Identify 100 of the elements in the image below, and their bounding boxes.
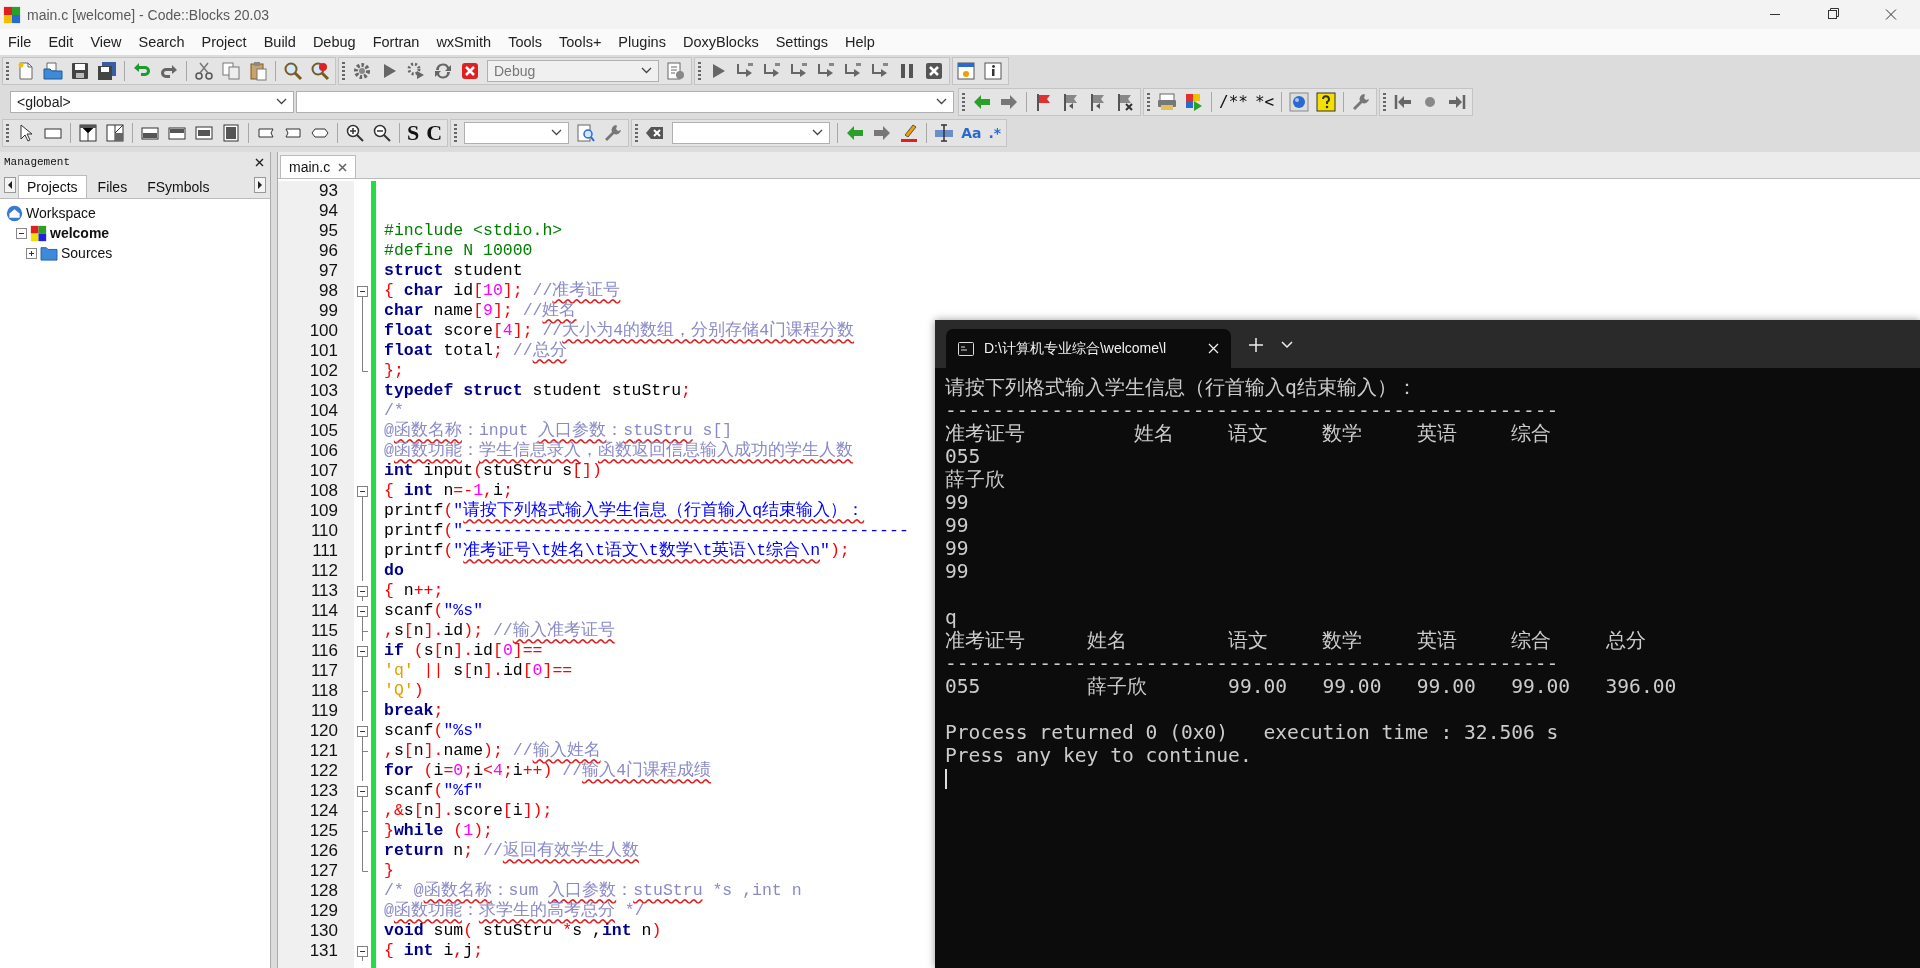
stop-icon[interactable] bbox=[460, 60, 480, 81]
workspace-icon bbox=[6, 204, 23, 222]
globe-icon[interactable] bbox=[1289, 91, 1310, 112]
menu-item[interactable]: Settings bbox=[767, 34, 838, 50]
console-text: 英语 bbox=[1416, 629, 1458, 652]
gear-icon[interactable] bbox=[352, 60, 372, 81]
window-icon[interactable] bbox=[956, 60, 976, 81]
scroll-left-icon[interactable] bbox=[4, 177, 16, 193]
menu-item[interactable]: Debug bbox=[304, 34, 365, 50]
toolbar-button[interactable]: C bbox=[426, 121, 443, 144]
collapse-icon[interactable] bbox=[16, 227, 27, 239]
menu-item[interactable]: Project bbox=[193, 34, 256, 50]
wrench-icon[interactable] bbox=[1351, 91, 1372, 112]
code-line: do bbox=[384, 561, 404, 580]
toolbar-grip[interactable] bbox=[698, 61, 701, 80]
menu-item[interactable]: DoxyBlocks bbox=[674, 34, 768, 50]
line-number: 126 bbox=[308, 841, 339, 861]
menu-item[interactable]: Fortran bbox=[364, 34, 429, 50]
stop-debug-icon[interactable] bbox=[924, 60, 944, 81]
menu-item[interactable]: Edit bbox=[40, 34, 83, 50]
caret-icon bbox=[812, 129, 824, 136]
line-number: 93 bbox=[318, 181, 339, 201]
line-number: 97 bbox=[318, 261, 339, 281]
chevron-down-icon[interactable] bbox=[1281, 341, 1293, 349]
scope-dropdown[interactable]: <global> bbox=[10, 90, 294, 113]
wrench-icon[interactable] bbox=[603, 122, 624, 143]
code-line: printf("请按下列格式输入学生信息（行首输入q结束输入）： bbox=[384, 501, 865, 520]
menu-item[interactable]: Search bbox=[130, 34, 194, 50]
terminal-tab[interactable]: D:\计算机专业综合\welcome\l bbox=[946, 329, 1231, 368]
menu-item[interactable]: File bbox=[0, 34, 41, 50]
highlight-icon[interactable] bbox=[899, 122, 920, 143]
toolbar-grip[interactable] bbox=[1383, 92, 1387, 111]
toolbar-grip[interactable] bbox=[6, 123, 9, 142]
paste-icon[interactable] bbox=[248, 60, 268, 81]
panel-tab[interactable]: Files bbox=[88, 175, 137, 198]
new-tab-icon[interactable] bbox=[1249, 338, 1263, 352]
code-line: ,&s[n].score[i]); bbox=[384, 801, 553, 820]
info-icon[interactable] bbox=[983, 60, 1003, 81]
select-icon[interactable] bbox=[934, 122, 955, 143]
tree-item[interactable]: Workspace bbox=[26, 205, 96, 221]
menu-item[interactable]: Plugins bbox=[610, 34, 675, 50]
toolbar-grip[interactable] bbox=[6, 61, 9, 80]
zoom-in-icon[interactable] bbox=[345, 122, 365, 143]
toolbar-grip[interactable] bbox=[635, 123, 639, 142]
menu-item[interactable]: Tools+ bbox=[551, 34, 611, 50]
expand-icon[interactable] bbox=[26, 247, 37, 259]
toolbar-grip[interactable] bbox=[1147, 92, 1150, 111]
console-text: 99 bbox=[945, 491, 969, 514]
search-option-button[interactable]: Aa bbox=[961, 124, 982, 141]
console-text: 语文 bbox=[1228, 629, 1270, 652]
toolbar-grip[interactable] bbox=[454, 123, 458, 142]
open-file-icon[interactable] bbox=[43, 60, 63, 81]
line-number: 101 bbox=[308, 341, 339, 361]
copy-icon[interactable] bbox=[221, 60, 241, 81]
panel-tab[interactable]: FSymbols bbox=[138, 175, 219, 198]
replace-icon[interactable] bbox=[310, 60, 330, 81]
line-number: 116 bbox=[309, 641, 339, 661]
help-icon[interactable] bbox=[1316, 91, 1337, 112]
toolbar-button[interactable]: S bbox=[407, 121, 420, 144]
close-icon[interactable] bbox=[255, 157, 264, 167]
tree-item[interactable]: welcome bbox=[50, 225, 110, 241]
printer-icon[interactable] bbox=[1157, 91, 1177, 112]
line-number: 125 bbox=[308, 821, 339, 841]
zoom-out-icon[interactable] bbox=[372, 122, 392, 143]
editor-tab[interactable]: main.c bbox=[280, 155, 357, 178]
toolbar-grip[interactable] bbox=[962, 92, 965, 111]
options-icon[interactable] bbox=[666, 60, 686, 81]
build-target-dropdown[interactable]: Debug bbox=[487, 59, 659, 82]
code-line: float total; //总分 bbox=[384, 341, 567, 360]
menu-item[interactable]: Build bbox=[255, 34, 305, 50]
cross-box-icon[interactable] bbox=[78, 122, 98, 143]
line-number: 114 bbox=[309, 601, 339, 621]
menu-item[interactable]: wxSmith bbox=[428, 34, 501, 50]
doxygen-button[interactable]: /** bbox=[1219, 92, 1248, 111]
doxygen-button[interactable]: *< bbox=[1254, 92, 1275, 111]
save-all-icon[interactable] bbox=[97, 60, 117, 81]
menu-item[interactable]: View bbox=[82, 34, 131, 50]
console-text: 99.00 bbox=[1228, 675, 1289, 698]
flag-clear-icon[interactable] bbox=[1115, 91, 1135, 112]
panel-tab[interactable]: Projects bbox=[18, 175, 87, 198]
scroll-right-icon[interactable] bbox=[254, 177, 266, 193]
menu-item[interactable]: Help bbox=[837, 34, 884, 50]
search-icon[interactable] bbox=[283, 60, 303, 81]
line-number: 95 bbox=[318, 221, 339, 241]
save-icon[interactable] bbox=[70, 60, 90, 81]
scissors-icon[interactable] bbox=[194, 60, 214, 81]
console-text: 英语 bbox=[1416, 422, 1458, 445]
search-option-button[interactable]: .* bbox=[988, 124, 1002, 141]
find-doc-icon[interactable] bbox=[576, 122, 597, 143]
split-box-icon[interactable] bbox=[105, 122, 125, 143]
code-line: scanf("%f" bbox=[384, 781, 484, 800]
gear-play-icon[interactable] bbox=[406, 60, 426, 81]
run-blocks-icon[interactable] bbox=[1184, 91, 1204, 112]
tree-item[interactable]: Sources bbox=[61, 245, 113, 261]
console-icon bbox=[958, 341, 974, 356]
toolbar-grip[interactable] bbox=[342, 61, 345, 80]
menu-item[interactable]: Tools bbox=[500, 34, 552, 50]
code-line: printf("--------------------------------------------- bbox=[384, 521, 909, 540]
block-full-icon[interactable] bbox=[221, 122, 241, 143]
new-file-icon[interactable] bbox=[16, 60, 36, 81]
